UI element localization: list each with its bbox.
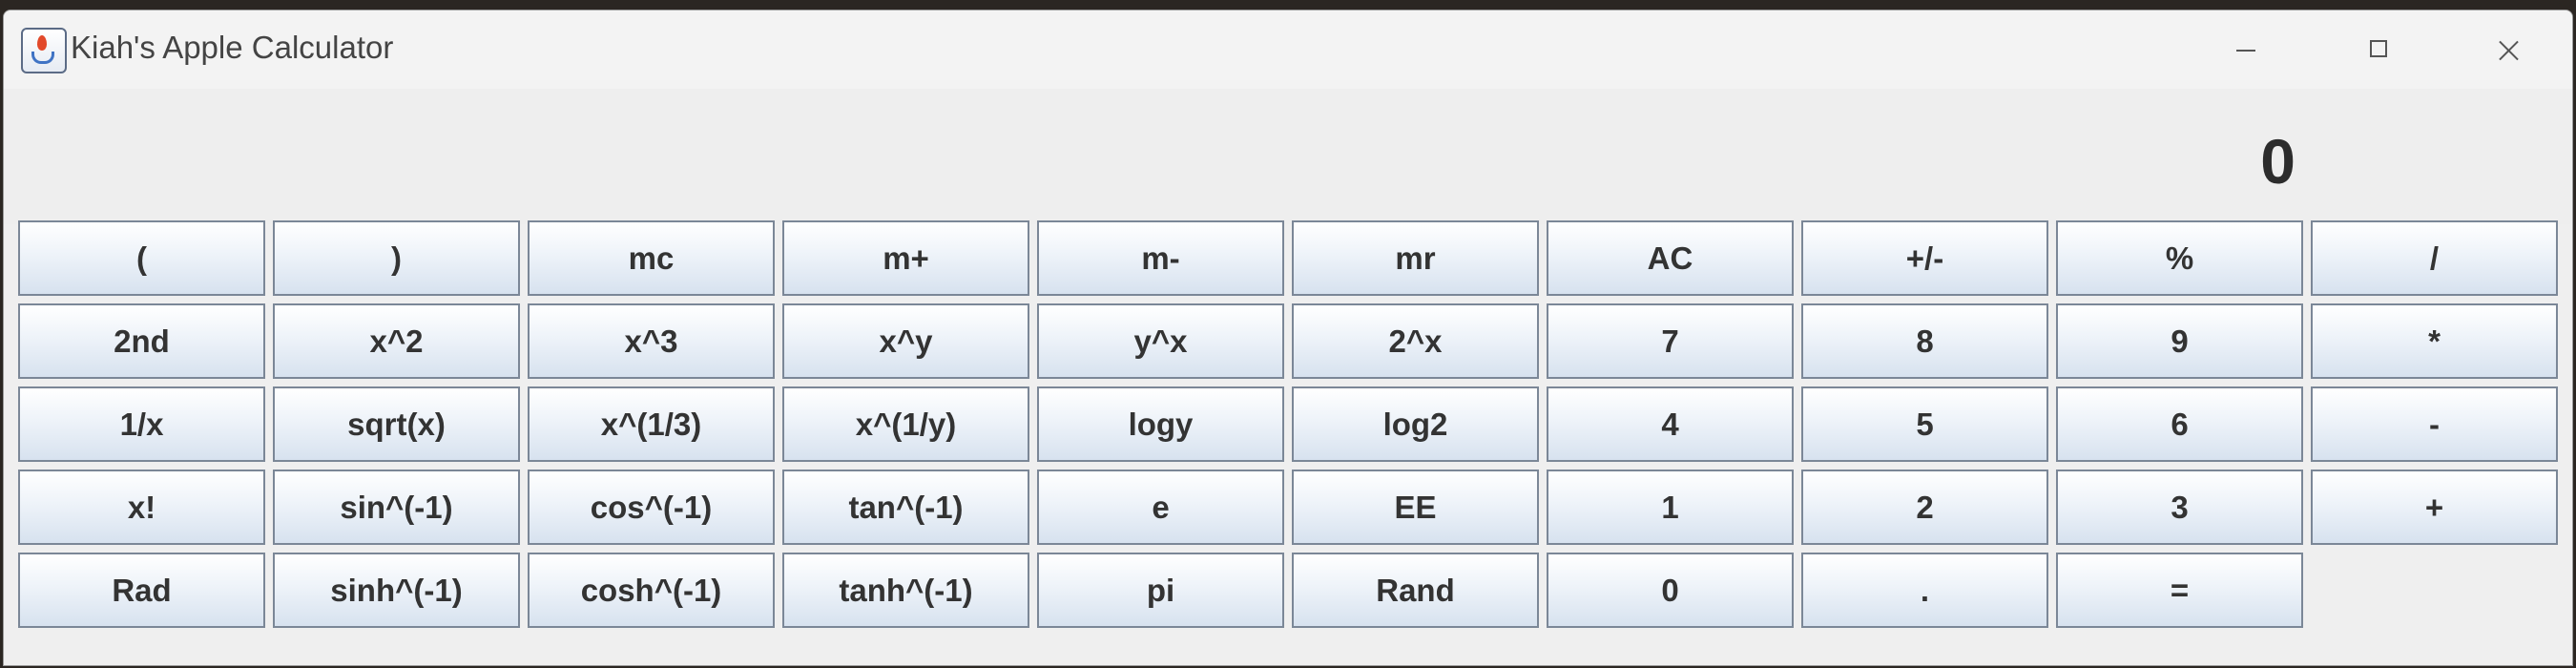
key-button[interactable]: mc — [528, 220, 775, 296]
key-button[interactable]: / — [2311, 220, 2558, 296]
key-button[interactable]: 7 — [1547, 303, 1794, 379]
result-display: 0 — [4, 89, 2572, 224]
key-button[interactable]: x^(1/3) — [528, 386, 775, 462]
key-button[interactable]: 5 — [1801, 386, 2048, 462]
key-button[interactable]: e — [1037, 470, 1284, 545]
key-button[interactable]: logy — [1037, 386, 1284, 462]
key-button[interactable]: 3 — [2056, 470, 2303, 545]
close-icon[interactable] — [2480, 28, 2537, 72]
key-button[interactable]: x^(1/y) — [782, 386, 1029, 462]
key-button[interactable]: mr — [1292, 220, 1539, 296]
maximize-icon[interactable] — [2349, 28, 2406, 72]
key-button[interactable]: Rand — [1292, 553, 1539, 628]
key-button[interactable]: x^y — [782, 303, 1029, 379]
key-button[interactable]: x^3 — [528, 303, 775, 379]
java-app-icon — [21, 28, 67, 73]
key-button[interactable]: m- — [1037, 220, 1284, 296]
key-button[interactable]: 4 — [1547, 386, 1794, 462]
calculator-window: Kiah's Apple Calculator 0 () mc m+ m-mr AC +/… — [3, 10, 2573, 666]
key-button[interactable]: = — [2056, 553, 2303, 628]
key-button[interactable]: +/- — [1801, 220, 2048, 296]
key-button[interactable]: m+ — [782, 220, 1029, 296]
key-button[interactable]: cosh^(-1) — [528, 553, 775, 628]
key-button[interactable]: pi — [1037, 553, 1284, 628]
key-button[interactable]: y^x — [1037, 303, 1284, 379]
key-button[interactable]: tan^(-1) — [782, 470, 1029, 545]
key-button[interactable]: 2 — [1801, 470, 2048, 545]
key-button[interactable]: sinh^(-1) — [273, 553, 520, 628]
key-button[interactable]: AC — [1547, 220, 1794, 296]
key-button[interactable]: ) — [273, 220, 520, 296]
title-bar: Kiah's Apple Calculator — [4, 10, 2572, 89]
key-button[interactable]: + — [2311, 470, 2558, 545]
key-button[interactable]: ( — [18, 220, 265, 296]
key-button[interactable]: EE — [1292, 470, 1539, 545]
key-button[interactable]: tanh^(-1) — [782, 553, 1029, 628]
key-button[interactable]: Rad — [18, 553, 265, 628]
key-button[interactable]: x! — [18, 470, 265, 545]
key-button[interactable]: - — [2311, 386, 2558, 462]
key-button[interactable]: 2nd — [18, 303, 265, 379]
key-button[interactable]: log2 — [1292, 386, 1539, 462]
key-button[interactable]: 1 — [1547, 470, 1794, 545]
key-button[interactable]: 9 — [2056, 303, 2303, 379]
key-button[interactable]: sin^(-1) — [273, 470, 520, 545]
display-value: 0 — [2260, 126, 2296, 197]
key-button[interactable]: 6 — [2056, 386, 2303, 462]
keypad: () mc m+ m-mr AC +/-%/ 2nd x^2 x^3 x^y y^x 2^x 7 8 9 * 1… — [18, 220, 2558, 628]
key-button[interactable]: sqrt(x) — [273, 386, 520, 462]
key-button[interactable]: 0 — [1547, 553, 1794, 628]
window-title: Kiah's Apple Calculator — [71, 30, 394, 65]
key-button[interactable]: x^2 — [273, 303, 520, 379]
key-button[interactable]: cos^(-1) — [528, 470, 775, 545]
key-button[interactable]: . — [1801, 553, 2048, 628]
key-button[interactable]: 2^x — [1292, 303, 1539, 379]
key-button[interactable]: * — [2311, 303, 2558, 379]
key-button[interactable]: 8 — [1801, 303, 2048, 379]
minimize-icon[interactable] — [2217, 28, 2275, 72]
key-button[interactable]: 1/x — [18, 386, 265, 462]
key-button[interactable]: % — [2056, 220, 2303, 296]
